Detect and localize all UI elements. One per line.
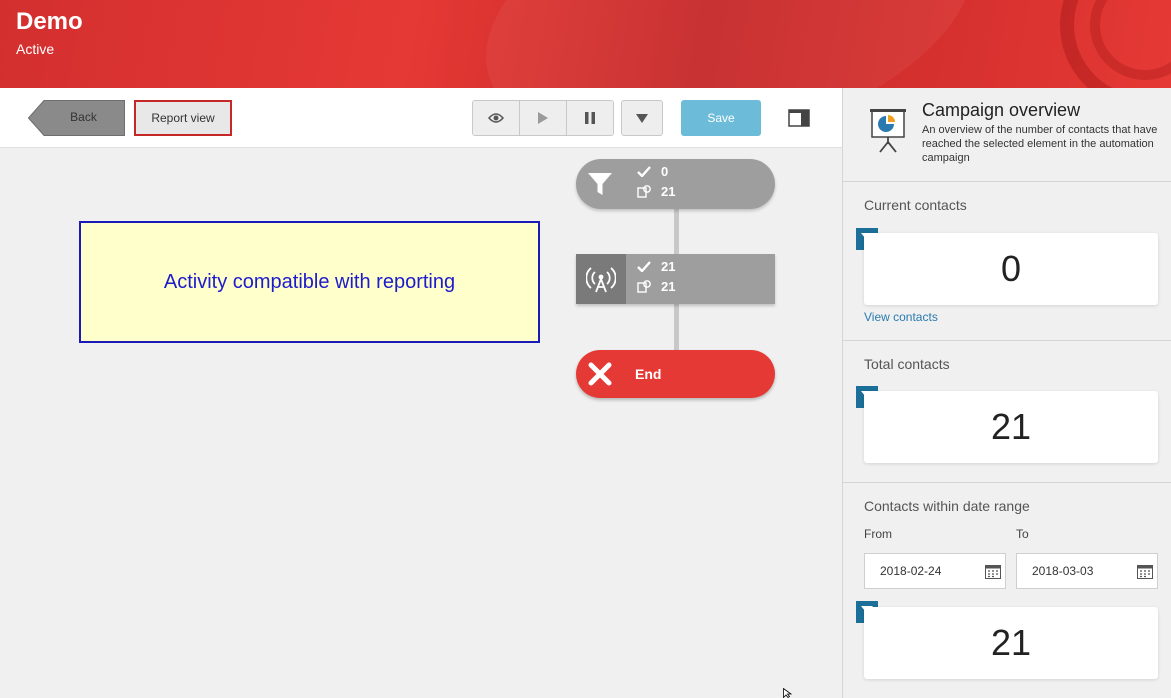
checkmark-icon (636, 260, 652, 274)
total-stat: 21 (636, 279, 675, 294)
end-node-label: End (635, 366, 662, 382)
total-count: 21 (661, 279, 676, 294)
total-count: 21 (661, 184, 676, 199)
passed-count: 0 (661, 164, 669, 179)
passed-stat: 0 (636, 164, 668, 179)
total-contacts-value: 21 (864, 391, 1158, 463)
presentation-chart-icon (870, 109, 906, 153)
sidebar-layout-icon (788, 109, 810, 127)
activity-node[interactable]: 21 21 (576, 254, 775, 304)
date-range-label: Contacts within date range (864, 498, 1030, 514)
from-date-field[interactable]: 2018-02-24 (864, 553, 1006, 589)
pause-button[interactable] (567, 101, 613, 135)
from-label: From (864, 527, 892, 541)
contacts-icon (636, 185, 652, 199)
panel-description: An overview of the number of contacts th… (922, 124, 1158, 164)
sticky-note[interactable]: Activity compatible with reporting (79, 221, 540, 343)
divider (843, 482, 1171, 483)
header-decoration (454, 0, 1006, 88)
funnel-icon (588, 173, 612, 195)
eye-icon (488, 113, 504, 123)
mouse-cursor-icon (783, 688, 793, 698)
total-contacts-label: Total contacts (864, 356, 950, 372)
panel-header: Campaign overview An overview of the num… (843, 88, 1171, 182)
playback-controls (472, 100, 614, 136)
to-label: To (1016, 527, 1029, 541)
contacts-icon (636, 280, 652, 294)
activity-icon-box (576, 254, 626, 304)
checkmark-icon (636, 165, 652, 179)
broadcast-icon (586, 267, 616, 293)
connector-line (674, 209, 679, 254)
preview-button[interactable] (473, 101, 520, 135)
note-text: Activity compatible with reporting (163, 270, 456, 293)
view-contacts-link[interactable]: View contacts (864, 310, 938, 324)
current-contacts-value: 0 (864, 233, 1158, 305)
back-button-label: Back (70, 110, 97, 124)
status-text: Active (16, 41, 55, 57)
calendar-icon[interactable] (985, 564, 1001, 579)
report-view-button[interactable]: Report view (134, 100, 232, 136)
campaign-overview-panel: Campaign overview An overview of the num… (842, 88, 1171, 698)
calendar-icon[interactable] (1137, 564, 1153, 579)
app-header: Demo Active (0, 0, 1171, 88)
trigger-node[interactable]: 0 21 (576, 159, 775, 209)
start-button[interactable] (520, 101, 567, 135)
save-button[interactable]: Save (681, 100, 761, 136)
date-range-contacts-value: 21 (864, 607, 1158, 679)
back-button[interactable]: Back (28, 100, 125, 136)
caret-down-icon (636, 113, 648, 123)
connector-line (674, 304, 679, 350)
play-icon (538, 112, 548, 124)
page-title: Demo (16, 8, 83, 35)
current-contacts-label: Current contacts (864, 197, 967, 213)
passed-stat: 21 (636, 259, 675, 274)
from-date-value: 2018-02-24 (880, 564, 942, 578)
total-stat: 21 (636, 184, 675, 199)
close-icon (588, 362, 612, 386)
pause-icon (585, 112, 595, 124)
more-options-button[interactable] (621, 100, 663, 136)
panel-toggle-button[interactable] (788, 109, 810, 127)
workflow-canvas[interactable]: Activity compatible with reporting 0 21 (0, 149, 842, 698)
toolbar: Back Report view Save (0, 88, 842, 148)
divider (843, 340, 1171, 341)
to-date-value: 2018-03-03 (1032, 564, 1094, 578)
end-node[interactable]: End (576, 350, 775, 398)
to-date-field[interactable]: 2018-03-03 (1016, 553, 1158, 589)
passed-count: 21 (661, 259, 676, 274)
panel-title: Campaign overview (922, 100, 1081, 120)
